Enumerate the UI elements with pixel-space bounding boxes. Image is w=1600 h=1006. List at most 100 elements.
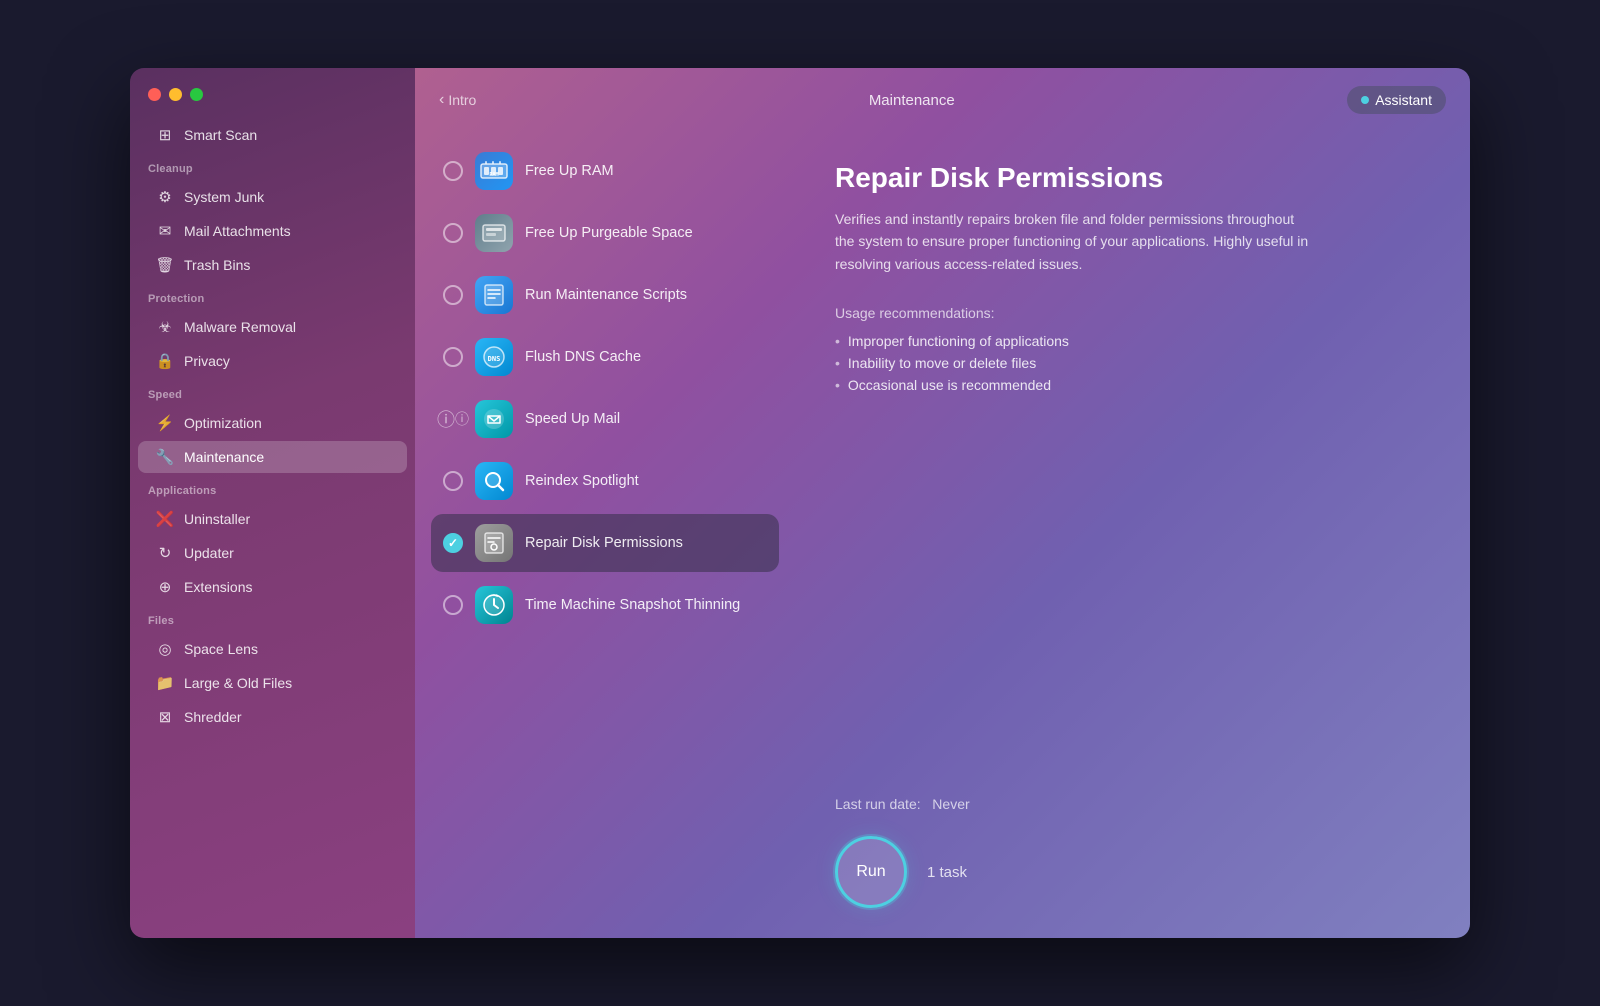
sidebar-item-label: Shredder: [184, 709, 242, 725]
malware-icon: ☣: [156, 318, 174, 336]
task-name-free-up-purgeable: Free Up Purgeable Space: [525, 225, 693, 241]
task-item-repair-disk-permissions[interactable]: Repair Disk Permissions: [431, 514, 779, 572]
sidebar-item-label: Trash Bins: [184, 257, 250, 273]
sidebar-item-large-old-files[interactable]: 📁 Large & Old Files: [138, 667, 407, 699]
updater-icon: ↻: [156, 544, 174, 562]
sidebar-item-label: Mail Attachments: [184, 223, 291, 239]
sidebar-item-label: System Junk: [184, 189, 264, 205]
usage-item-0: Improper functioning of applications: [835, 333, 1430, 349]
sidebar-item-system-junk[interactable]: ⚙ System Junk: [138, 181, 407, 213]
sidebar-section-speed: Speed: [130, 379, 415, 405]
sidebar-section-applications: Applications: [130, 475, 415, 501]
run-button[interactable]: Run: [835, 836, 907, 908]
sidebar-item-privacy[interactable]: 🔒 Privacy: [138, 345, 407, 377]
usage-item-text: Inability to move or delete files: [848, 355, 1036, 371]
task-item-reindex-spotlight[interactable]: Reindex Spotlight: [431, 452, 779, 510]
sidebar-section-files: Files: [130, 605, 415, 631]
sidebar-item-maintenance[interactable]: 🔧 Maintenance: [138, 441, 407, 473]
time-machine-icon: [475, 586, 513, 624]
task-item-speed-up-mail[interactable]: ⓘ Speed Up Mail: [431, 390, 779, 448]
task-radio-repair-disk-permissions[interactable]: [443, 533, 463, 553]
task-item-time-machine-snapshot-thinning[interactable]: Time Machine Snapshot Thinning: [431, 576, 779, 634]
task-radio-reindex-spotlight[interactable]: [443, 471, 463, 491]
spotlight-icon: [475, 462, 513, 500]
shredder-icon: ⊠: [156, 708, 174, 726]
sidebar-item-shredder[interactable]: ⊠ Shredder: [138, 701, 407, 733]
mail-speed-icon: [475, 400, 513, 438]
sidebar-item-label: Uninstaller: [184, 511, 250, 527]
mail-icon: ✉: [156, 222, 174, 240]
assistant-button[interactable]: Assistant: [1347, 86, 1446, 114]
sidebar-item-label: Malware Removal: [184, 319, 296, 335]
sidebar-item-label: Privacy: [184, 353, 230, 369]
last-run-value: Never: [932, 796, 969, 812]
sidebar-item-trash-bins[interactable]: 🗑 Trash Bins: [138, 249, 407, 281]
task-name-speed-up-mail: Speed Up Mail: [525, 411, 620, 427]
task-name-reindex-spotlight: Reindex Spotlight: [525, 473, 639, 489]
dns-icon: DNS: [475, 338, 513, 376]
task-radio-flush-dns-cache[interactable]: [443, 347, 463, 367]
task-item-flush-dns-cache[interactable]: DNS Flush DNS Cache: [431, 328, 779, 386]
sidebar-item-optimization[interactable]: ⚡ Optimization: [138, 407, 407, 439]
sidebar-item-label: Extensions: [184, 579, 252, 595]
sidebar-item-label: Updater: [184, 545, 234, 561]
scripts-icon: [475, 276, 513, 314]
task-item-run-maintenance-scripts[interactable]: Run Maintenance Scripts: [431, 266, 779, 324]
usage-item-text: Improper functioning of applications: [848, 333, 1069, 349]
main-content: ‹ Intro Maintenance Assistant: [415, 68, 1470, 938]
sidebar-section-protection: Protection: [130, 283, 415, 309]
optimization-icon: ⚡: [156, 414, 174, 432]
task-radio-run-maintenance-scripts[interactable]: [443, 285, 463, 305]
usage-item-1: Inability to move or delete files: [835, 355, 1430, 371]
minimize-button[interactable]: [169, 88, 182, 101]
sidebar-item-label: Maintenance: [184, 449, 264, 465]
task-name-flush-dns-cache: Flush DNS Cache: [525, 349, 641, 365]
back-button[interactable]: ‹ Intro: [439, 91, 476, 109]
trash-icon: 🗑: [156, 256, 174, 274]
purgeable-icon: [475, 214, 513, 252]
sidebar-item-malware-removal[interactable]: ☣ Malware Removal: [138, 311, 407, 343]
uninstaller-icon: ❌: [156, 510, 174, 528]
app-window: ⊞ Smart Scan Cleanup ⚙ System Junk ✉ Mai…: [130, 68, 1470, 938]
last-run-info: Last run date: Never: [835, 796, 1430, 812]
assistant-dot-icon: [1361, 96, 1369, 104]
task-list: RAM Free Up RAM Free Up: [415, 132, 795, 938]
sidebar-item-uninstaller[interactable]: ❌ Uninstaller: [138, 503, 407, 535]
sidebar-item-mail-attachments[interactable]: ✉ Mail Attachments: [138, 215, 407, 247]
sidebar-section-cleanup: Cleanup: [130, 153, 415, 179]
space-lens-icon: ◎: [156, 640, 174, 658]
svg-text:RAM: RAM: [489, 172, 498, 178]
extensions-icon: ⊕: [156, 578, 174, 596]
task-item-free-up-ram[interactable]: RAM Free Up RAM: [431, 142, 779, 200]
usage-list: Improper functioning of applications Ina…: [835, 333, 1430, 393]
titlebar: ‹ Intro Maintenance Assistant: [415, 68, 1470, 132]
sidebar: ⊞ Smart Scan Cleanup ⚙ System Junk ✉ Mai…: [130, 68, 415, 938]
sidebar-item-label: Smart Scan: [184, 127, 257, 143]
sidebar-item-label: Space Lens: [184, 641, 258, 657]
task-radio-time-machine-snapshot-thinning[interactable]: [443, 595, 463, 615]
task-count: 1 task: [927, 864, 967, 881]
sidebar-item-updater[interactable]: ↻ Updater: [138, 537, 407, 569]
maximize-button[interactable]: [190, 88, 203, 101]
sidebar-item-smart-scan[interactable]: ⊞ Smart Scan: [138, 119, 407, 151]
disk-icon: [475, 524, 513, 562]
maintenance-icon: 🔧: [156, 448, 174, 466]
usage-title: Usage recommendations:: [835, 305, 1430, 321]
task-name-free-up-ram: Free Up RAM: [525, 163, 614, 179]
detail-description: Verifies and instantly repairs broken fi…: [835, 208, 1315, 275]
large-files-icon: 📁: [156, 674, 174, 692]
smart-scan-icon: ⊞: [156, 126, 174, 144]
task-item-free-up-purgeable[interactable]: Free Up Purgeable Space: [431, 204, 779, 262]
last-run-label: Last run date:: [835, 796, 921, 812]
sidebar-item-space-lens[interactable]: ◎ Space Lens: [138, 633, 407, 665]
task-radio-free-up-ram[interactable]: [443, 161, 463, 181]
task-radio-free-up-purgeable[interactable]: [443, 223, 463, 243]
content-area: RAM Free Up RAM Free Up: [415, 132, 1470, 938]
task-radio-speed-up-mail[interactable]: ⓘ: [443, 409, 463, 429]
sidebar-item-extensions[interactable]: ⊕ Extensions: [138, 571, 407, 603]
page-title: Maintenance: [476, 92, 1347, 109]
run-area: Run 1 task: [835, 836, 1430, 918]
close-button[interactable]: [148, 88, 161, 101]
detail-title: Repair Disk Permissions: [835, 162, 1430, 194]
privacy-icon: 🔒: [156, 352, 174, 370]
